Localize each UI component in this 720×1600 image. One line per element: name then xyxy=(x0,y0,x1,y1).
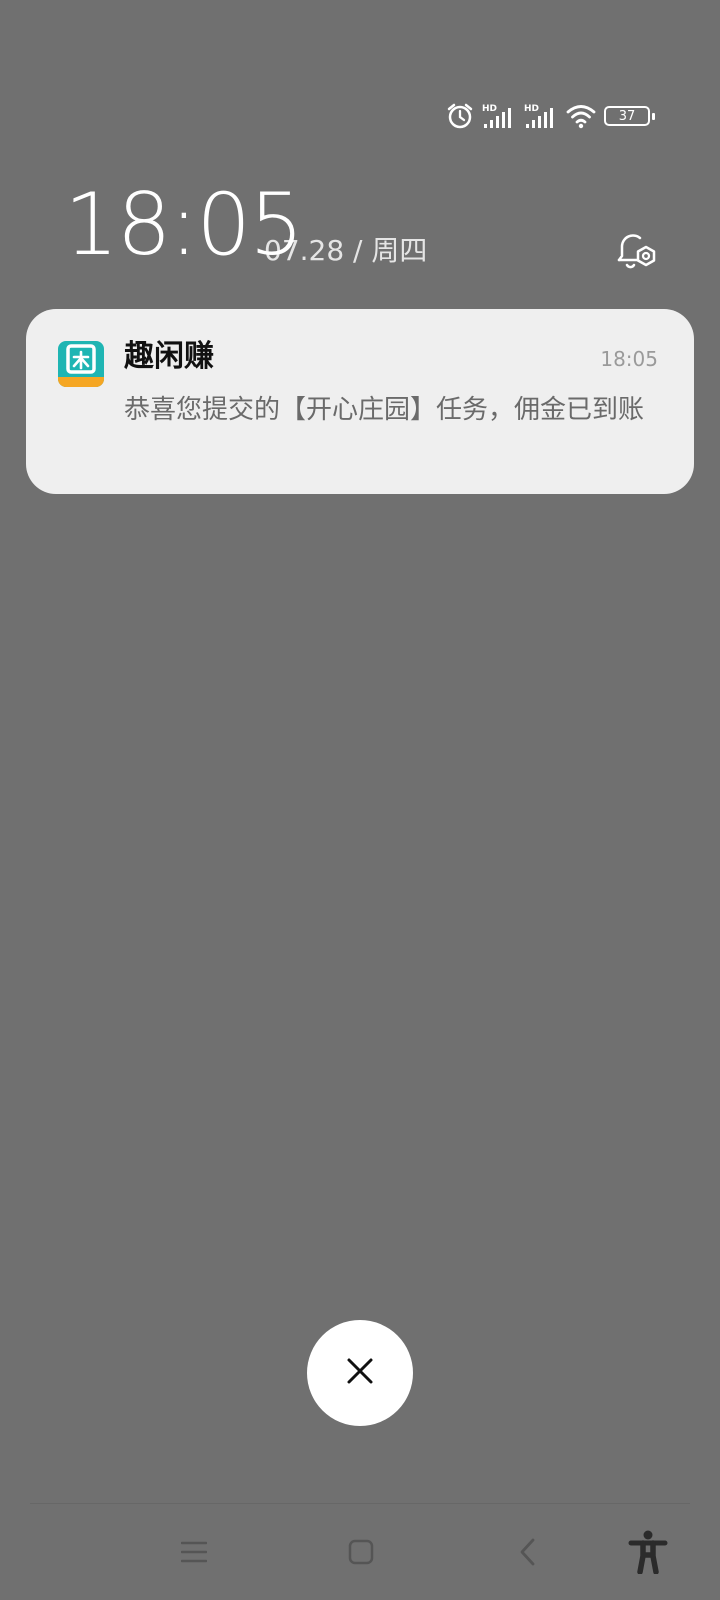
hd-label: HD xyxy=(482,104,497,114)
notification-time: 18:05 xyxy=(600,347,658,371)
close-icon xyxy=(345,1356,375,1390)
notification-app-name: 趣闲赚 xyxy=(124,339,214,374)
navigation-bar xyxy=(0,1504,720,1600)
lockscreen-date: 07.28 / 周四 xyxy=(264,234,428,267)
home-icon xyxy=(348,1539,374,1569)
signal-hd-icon: HD xyxy=(524,102,558,130)
wifi-icon xyxy=(566,103,596,129)
notification-settings-icon[interactable] xyxy=(610,226,660,276)
back-icon xyxy=(519,1537,537,1571)
notification-body: 恭喜您提交的【开心庄园】任务，佣金已到账 xyxy=(124,395,645,425)
hd-label: HD xyxy=(524,104,539,114)
battery-level: 37 xyxy=(618,108,636,124)
battery-icon: 37 xyxy=(604,106,655,126)
app-icon-band xyxy=(58,377,104,387)
menu-icon xyxy=(180,1541,208,1567)
accessibility-button[interactable] xyxy=(624,1530,672,1578)
notification-card[interactable]: 趣闲赚 18:05 恭喜您提交的【开心庄园】任务，佣金已到账 xyxy=(26,309,694,494)
app-icon xyxy=(58,341,104,387)
menu-button[interactable] xyxy=(170,1530,218,1578)
alarm-icon xyxy=(446,102,474,130)
app-icon-glyph xyxy=(62,343,100,375)
dismiss-button[interactable] xyxy=(307,1320,413,1426)
status-bar: HD HD 37 xyxy=(446,98,655,134)
accessibility-icon xyxy=(628,1530,668,1578)
home-button[interactable] xyxy=(337,1530,385,1578)
signal-hd-icon: HD xyxy=(482,102,516,130)
back-button[interactable] xyxy=(504,1530,552,1578)
